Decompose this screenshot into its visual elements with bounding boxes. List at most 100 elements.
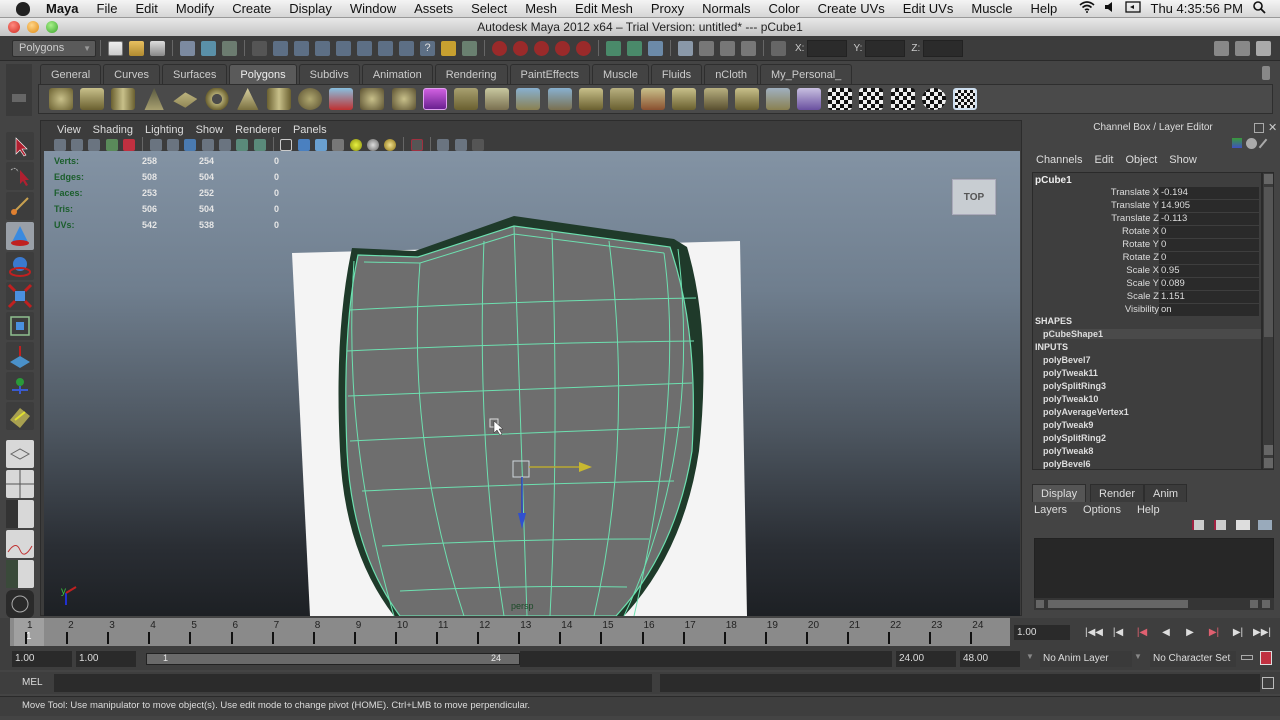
attr-value[interactable]: 0.95: [1159, 265, 1259, 277]
select-tool[interactable]: [6, 132, 34, 160]
shelf-tab-rendering[interactable]: Rendering: [434, 64, 508, 84]
shelf-tab-surfaces[interactable]: Surfaces: [161, 64, 228, 84]
input-node[interactable]: polyAverageVertex1: [1043, 407, 1129, 417]
show-manipulator-tool[interactable]: [6, 372, 34, 400]
script-language-toggle[interactable]: MEL: [22, 677, 43, 688]
high-quality-icon[interactable]: [384, 139, 397, 151]
shelf-tab-fluids[interactable]: Fluids: [650, 64, 703, 84]
animation-preferences-icon[interactable]: [1260, 651, 1272, 665]
persp-graph-layout[interactable]: [6, 529, 34, 558]
anim-layer-dropdown[interactable]: No Anim Layer: [1040, 651, 1132, 667]
layer-tab-display[interactable]: Display: [1032, 484, 1087, 502]
input-output-icon[interactable]: [606, 40, 621, 56]
chevron-down-icon[interactable]: ▼: [1026, 652, 1034, 661]
panel-menu-panels[interactable]: Panels: [287, 123, 333, 137]
shelf-tab-menu-icon[interactable]: [12, 94, 26, 102]
menu-proxy[interactable]: Proxy: [642, 1, 693, 16]
safe-action-icon[interactable]: [236, 139, 249, 151]
character-set-dropdown[interactable]: No Character Set: [1150, 651, 1236, 667]
construction-history-icon[interactable]: [627, 40, 642, 56]
open-scene-icon[interactable]: [129, 40, 144, 56]
select-curves-icon[interactable]: [315, 40, 330, 56]
auto-key-icon[interactable]: [1241, 655, 1253, 660]
menu-mesh[interactable]: Mesh: [516, 1, 566, 16]
go-to-end-button[interactable]: ▶▶|: [1252, 625, 1272, 641]
universal-manipulator-tool[interactable]: [6, 312, 34, 340]
persp-outliner-layout[interactable]: [6, 499, 34, 528]
wifi-icon[interactable]: [1078, 1, 1095, 16]
select-deformations-icon[interactable]: [357, 40, 372, 56]
boolean-icon[interactable]: [391, 88, 416, 110]
render-settings-icon[interactable]: [720, 40, 735, 56]
snap-to-points-icon[interactable]: [534, 40, 549, 56]
select-camera-icon[interactable]: [53, 139, 66, 151]
input-mode-icon[interactable]: [771, 40, 786, 56]
cb-menu-channels[interactable]: Channels: [1030, 154, 1088, 166]
poly-soccer-ball-icon[interactable]: [298, 88, 323, 110]
smooth-proxy-icon[interactable]: [422, 88, 447, 110]
shelf-trash-icon[interactable]: [1262, 66, 1270, 80]
automatic-mapping-icon[interactable]: [921, 88, 946, 110]
menu-muscle[interactable]: Muscle: [962, 1, 1021, 16]
soft-modification-tool[interactable]: [6, 342, 34, 370]
shelf-dock-handle[interactable]: [6, 64, 32, 116]
bevel-icon[interactable]: [641, 88, 666, 110]
playback-start-field[interactable]: 1.00: [76, 651, 136, 667]
attr-rotate-z[interactable]: Rotate Z0: [1033, 252, 1261, 265]
shelf-tab-muscle[interactable]: Muscle: [592, 64, 649, 84]
menu-edit-mesh[interactable]: Edit Mesh: [566, 1, 642, 16]
menu-edit-uvs[interactable]: Edit UVs: [894, 1, 963, 16]
manipulator-attribute-icon[interactable]: [1232, 138, 1242, 148]
cylindrical-mapping-icon[interactable]: [859, 88, 884, 110]
poly-sphere-icon[interactable]: [48, 88, 73, 110]
new-layer-from-selection-icon[interactable]: [1258, 520, 1272, 530]
xray-joints-icon[interactable]: [454, 139, 467, 151]
attr-rotate-x[interactable]: Rotate X0: [1033, 226, 1261, 239]
end-time-field[interactable]: 48.00: [960, 651, 1020, 667]
new-layer-icon[interactable]: [1236, 520, 1250, 530]
xray-components-icon[interactable]: [471, 139, 484, 151]
float-panel-icon[interactable]: [1254, 123, 1264, 133]
poly-pyramid-icon[interactable]: [236, 88, 259, 110]
move-tool[interactable]: [6, 222, 34, 250]
shape-node[interactable]: pCubeShape1: [1043, 329, 1261, 339]
spotlight-search-icon[interactable]: [1253, 0, 1266, 17]
select-dynamics-icon[interactable]: [378, 40, 393, 56]
merge-vertices-icon[interactable]: [672, 88, 697, 110]
poly-pipe-icon[interactable]: [266, 88, 291, 110]
hypershade-icon[interactable]: [741, 40, 756, 56]
shelf-tab-curves[interactable]: Curves: [103, 64, 160, 84]
menu-file[interactable]: File: [88, 1, 127, 16]
move-layer-down-icon[interactable]: [1214, 520, 1226, 530]
clock[interactable]: Thu 4:35:56 PM: [1151, 1, 1244, 16]
highlight-selection-icon[interactable]: [462, 40, 477, 56]
panel-menu-shading[interactable]: Shading: [87, 123, 139, 137]
attr-value[interactable]: -0.113: [1159, 213, 1259, 225]
attr-translate-z[interactable]: Translate Z -0.113: [1033, 213, 1261, 226]
scroll-thumb[interactable]: [1264, 187, 1273, 337]
scroll-up-arrow-icon[interactable]: [1264, 174, 1273, 184]
render-current-frame-icon[interactable]: [678, 40, 693, 56]
save-scene-icon[interactable]: [150, 40, 165, 56]
play-backwards-button[interactable]: ◀: [1156, 625, 1176, 641]
play-forwards-button[interactable]: ▶: [1180, 625, 1200, 641]
x-field[interactable]: [807, 39, 848, 57]
isolate-select-icon[interactable]: [410, 139, 423, 151]
camera-attributes-icon[interactable]: [71, 139, 84, 151]
menu-assets[interactable]: Assets: [405, 1, 462, 16]
hypershade-persp-layout[interactable]: [6, 559, 34, 588]
menu-select[interactable]: Select: [462, 1, 516, 16]
input-node[interactable]: polyTweak11: [1043, 368, 1098, 378]
scroll-left-arrow-icon[interactable]: [1250, 600, 1258, 608]
ipr-render-icon[interactable]: [699, 40, 714, 56]
layer-menu-help[interactable]: Help: [1137, 502, 1160, 518]
attr-scale-y[interactable]: Scale Y 0.089: [1033, 278, 1261, 291]
poly-plane-icon[interactable]: [173, 92, 198, 108]
input-node[interactable]: polyBevel6: [1043, 459, 1091, 469]
insert-edge-loop-icon[interactable]: [578, 88, 603, 110]
attr-rotate-y[interactable]: Rotate Y0: [1033, 239, 1261, 252]
go-to-start-button[interactable]: |◀◀: [1084, 625, 1104, 641]
extrude-icon[interactable]: [454, 88, 479, 110]
poly-torus-icon[interactable]: [204, 88, 229, 110]
scroll-down-arrow-icon[interactable]: [1264, 458, 1273, 468]
